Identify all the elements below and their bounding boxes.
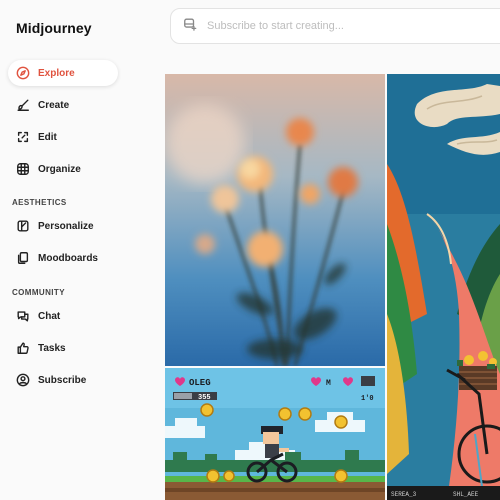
gallery-image-painting[interactable]: SEREA_3 SHL_AEE — [387, 74, 500, 500]
add-image-icon[interactable] — [183, 17, 197, 36]
user-circle-icon — [16, 373, 30, 387]
gallery-image-flowers[interactable] — [165, 74, 385, 366]
grid-icon — [16, 162, 30, 176]
thumbs-up-icon — [16, 341, 30, 355]
nav-chat-label: Chat — [38, 310, 61, 322]
hud-mid: M — [326, 379, 331, 388]
sidebar: Midjourney Explore Create Edit Organize … — [0, 0, 140, 500]
score-value: 355 — [198, 394, 211, 402]
section-aesthetics: AESTHETICS — [12, 198, 67, 207]
nav-tasks[interactable]: Tasks — [8, 335, 118, 361]
palette-card-icon — [16, 219, 30, 233]
player-name: OLEG — [189, 378, 211, 388]
pixel-game-art: OLEG 355 M 1'0 — [165, 368, 385, 500]
app-logo[interactable]: Midjourney — [16, 20, 92, 36]
nav-edit-label: Edit — [38, 131, 57, 143]
prompt-input[interactable] — [207, 20, 487, 32]
nav-explore-label: Explore — [38, 67, 75, 79]
stacked-pages-icon — [16, 251, 30, 265]
nav-moodboards[interactable]: Moodboards — [8, 245, 118, 271]
explore-gallery: OLEG 355 M 1'0 SEREA_3 SHL_AEE — [165, 74, 500, 500]
compass-icon — [16, 66, 30, 80]
nav-subscribe[interactable]: Subscribe — [8, 367, 118, 393]
nav-explore[interactable]: Explore — [8, 60, 118, 86]
section-community: COMMUNITY — [12, 288, 65, 297]
painted-road-art: SEREA_3 SHL_AEE — [387, 74, 500, 500]
nav-personalize-label: Personalize — [38, 220, 94, 232]
chat-bubbles-icon — [16, 309, 30, 323]
nav-moodboards-label: Moodboards — [38, 252, 98, 264]
painting-caption-right: SHL_AEE — [453, 491, 479, 498]
nav-subscribe-label: Subscribe — [38, 374, 87, 386]
nav-organize[interactable]: Organize — [8, 156, 118, 182]
nav-edit[interactable]: Edit — [8, 124, 118, 150]
prompt-bar[interactable] — [170, 8, 500, 44]
nav-create-label: Create — [38, 99, 70, 111]
brush-icon — [16, 98, 30, 112]
nav-personalize[interactable]: Personalize — [8, 213, 118, 239]
flowers-photo — [165, 74, 385, 366]
nav-chat[interactable]: Chat — [8, 303, 118, 329]
nav-organize-label: Organize — [38, 163, 81, 175]
painting-caption-left: SEREA_3 — [391, 491, 417, 498]
nav-tasks-label: Tasks — [38, 342, 66, 354]
edit-frame-icon — [16, 130, 30, 144]
gallery-image-pixel-game[interactable]: OLEG 355 M 1'0 — [165, 368, 385, 500]
nav-create[interactable]: Create — [8, 92, 118, 118]
hud-counter: 1'0 — [361, 395, 374, 403]
